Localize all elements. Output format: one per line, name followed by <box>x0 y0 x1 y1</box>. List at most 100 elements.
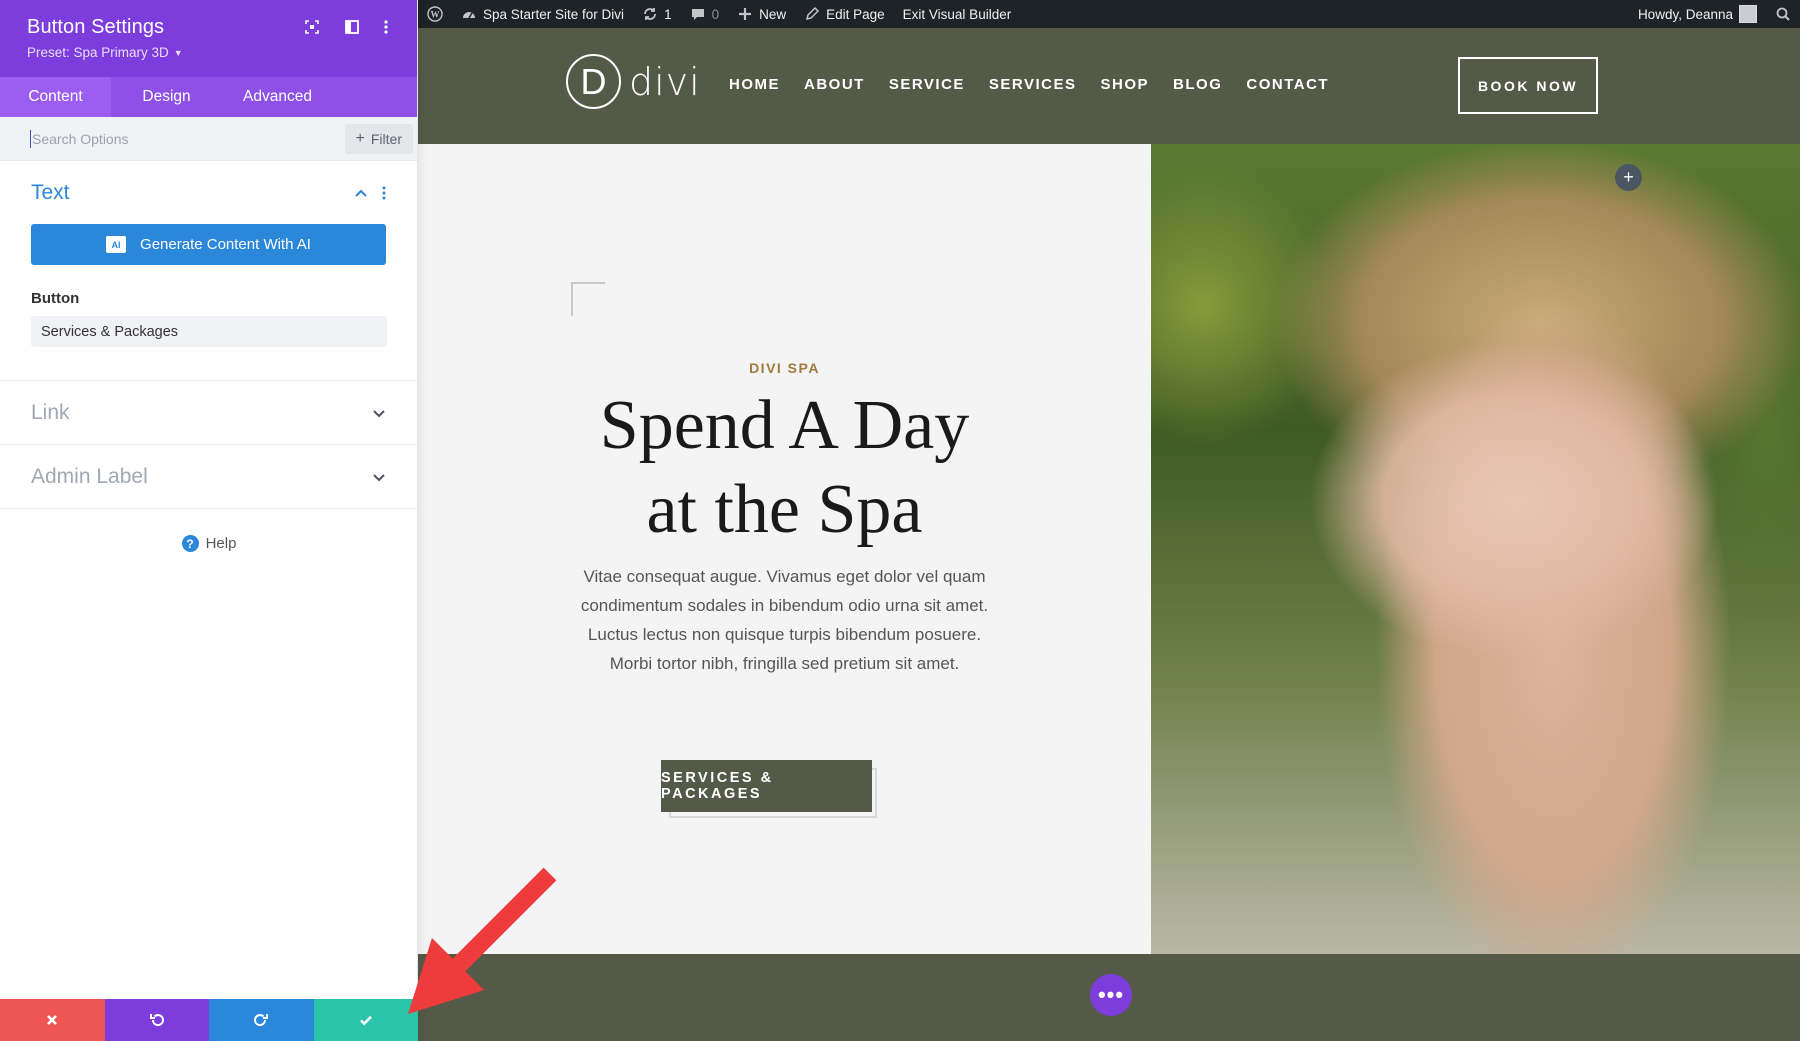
updates-link[interactable]: 1 <box>633 0 681 28</box>
filter-label: Filter <box>370 130 402 147</box>
comment-icon <box>691 9 704 20</box>
tab-design[interactable]: Design <box>111 77 222 117</box>
wordpress-logo-button[interactable]: W <box>418 0 452 28</box>
footer-band: ••• <box>418 954 1800 1041</box>
main-nav: HOME ABOUT SERVICE SERVICES SHOP BLOG CO… <box>729 76 1329 93</box>
save-button[interactable] <box>313 999 418 1041</box>
panel-tabs: Content Design Advanced <box>0 77 417 117</box>
action-bar <box>0 999 418 1041</box>
site-name-link[interactable]: Spa Starter Site for Divi <box>452 0 633 28</box>
services-packages-button[interactable]: SERVICES & PACKAGES <box>661 760 872 812</box>
section-text: Text AI Generate Content With AI Button … <box>0 161 417 381</box>
chevron-down-icon[interactable] <box>372 470 386 484</box>
more-options-icon[interactable] <box>375 16 397 38</box>
caret-down-icon: ▼ <box>173 47 183 58</box>
account-menu[interactable]: Howdy, Deanna <box>1629 0 1766 28</box>
corner-decoration <box>571 282 605 316</box>
button-text-input[interactable]: Services & Packages <box>31 316 387 347</box>
pencil-icon <box>806 6 820 21</box>
edit-page-link[interactable]: Edit Page <box>795 0 894 28</box>
hero-cta-wrapper: SERVICES & PACKAGES <box>661 760 877 818</box>
search-icon <box>1776 7 1790 21</box>
hero-portrait-image: + <box>1151 144 1800 954</box>
help-link[interactable]: ? Help <box>0 535 418 552</box>
hero-headline: Spend A Day at the Spa <box>418 384 1151 552</box>
preset-label: Preset: Spa Primary 3D <box>27 45 169 60</box>
exit-builder-label: Exit Visual Builder <box>902 6 1012 22</box>
section-admin-label-title: Admin Label <box>31 464 148 488</box>
section-link-title: Link <box>31 400 70 424</box>
fullscreen-icon[interactable] <box>301 16 323 38</box>
site-header: D divi HOME ABOUT SERVICE SERVICES SHOP … <box>418 28 1800 144</box>
new-content-link[interactable]: New <box>728 0 795 28</box>
generate-ai-button[interactable]: AI Generate Content With AI <box>31 224 386 265</box>
site-preview: D divi HOME ABOUT SERVICE SERVICES SHOP … <box>418 28 1800 1041</box>
tab-content[interactable]: Content <box>0 77 111 117</box>
search-button[interactable] <box>1766 0 1800 28</box>
checkmark-icon <box>359 1015 372 1026</box>
section-link: Link <box>0 381 417 445</box>
ai-icon: AI <box>106 236 127 253</box>
filter-button[interactable]: + Filter <box>344 123 413 154</box>
nav-blog[interactable]: BLOG <box>1173 76 1222 93</box>
wordpress-icon: W <box>427 6 443 22</box>
plus-icon: + <box>355 129 365 147</box>
hero-body-text: Vitae consequat augue. Vivamus eget dolo… <box>580 567 989 673</box>
nav-service[interactable]: SERVICE <box>889 76 965 93</box>
section-link-toggle[interactable]: Link <box>0 381 417 444</box>
dashboard-icon <box>463 12 475 19</box>
preset-dropdown[interactable]: Preset: Spa Primary 3D ▼ <box>27 45 417 60</box>
greeting: Howdy, Deanna <box>1637 6 1733 22</box>
section-more-icon[interactable] <box>382 186 386 200</box>
exit-builder-link[interactable]: Exit Visual Builder <box>894 0 1021 28</box>
section-text-toggle[interactable]: Text <box>0 161 417 224</box>
undo-icon <box>149 1014 164 1027</box>
hero-eyebrow: DIVI SPA <box>749 360 820 376</box>
updates-count: 1 <box>664 6 672 22</box>
tab-advanced[interactable]: Advanced <box>222 77 333 117</box>
help-label: Help <box>205 535 237 552</box>
add-module-button[interactable]: + <box>1615 164 1642 191</box>
avatar <box>1739 5 1757 23</box>
generate-ai-label: Generate Content With AI <box>140 236 311 253</box>
chevron-down-icon[interactable] <box>372 406 386 420</box>
logo-mark: D <box>566 54 621 109</box>
redo-icon <box>254 1014 269 1027</box>
site-logo[interactable]: D divi <box>566 54 701 109</box>
book-now-button[interactable]: BOOK NOW <box>1458 57 1598 114</box>
redo-button[interactable] <box>209 999 314 1041</box>
svg-text:W: W <box>431 10 440 20</box>
panel-header: Button Settings Preset: Spa Primary 3D ▼ <box>0 0 417 77</box>
nav-shop[interactable]: SHOP <box>1101 76 1150 93</box>
section-text-title: Text <box>31 180 70 204</box>
section-admin-label-toggle[interactable]: Admin Label <box>0 445 417 508</box>
plus-icon <box>739 8 752 20</box>
settings-panel: Button Settings Preset: Spa Primary 3D ▼… <box>0 0 418 1041</box>
button-field-label: Button <box>31 290 80 307</box>
hero-headline-line2: at the Spa <box>646 471 923 548</box>
hero-headline-line1: Spend A Day <box>599 387 970 464</box>
discard-button[interactable] <box>0 999 105 1041</box>
logo-wordmark: divi <box>629 59 701 104</box>
split-view-icon[interactable] <box>341 16 363 38</box>
site-name: Spa Starter Site for Divi <box>483 6 625 22</box>
new-label: New <box>759 6 787 22</box>
nav-home[interactable]: HOME <box>729 76 780 93</box>
hero-section: DIVI SPA Spend A Day at the Spa Vitae co… <box>418 144 1800 954</box>
refresh-icon <box>644 8 656 20</box>
search-row: + Filter <box>0 117 417 161</box>
undo-button[interactable] <box>104 999 209 1041</box>
comments-link[interactable]: 0 <box>681 0 729 28</box>
section-admin-label: Admin Label <box>0 445 417 509</box>
nav-contact[interactable]: CONTACT <box>1246 76 1329 93</box>
nav-services[interactable]: SERVICES <box>989 76 1077 93</box>
wpbar-right: Howdy, Deanna <box>1629 0 1800 28</box>
chevron-up-icon[interactable] <box>354 186 368 200</box>
edit-page-label: Edit Page <box>826 6 885 22</box>
help-icon: ? <box>181 535 199 552</box>
comments-count: 0 <box>711 6 720 22</box>
search-input[interactable] <box>30 129 345 148</box>
nav-about[interactable]: ABOUT <box>804 76 865 93</box>
builder-menu-button[interactable]: ••• <box>1090 974 1132 1016</box>
wp-admin-bar: W Spa Starter Site for Divi 1 0 New Edit… <box>418 0 1800 28</box>
